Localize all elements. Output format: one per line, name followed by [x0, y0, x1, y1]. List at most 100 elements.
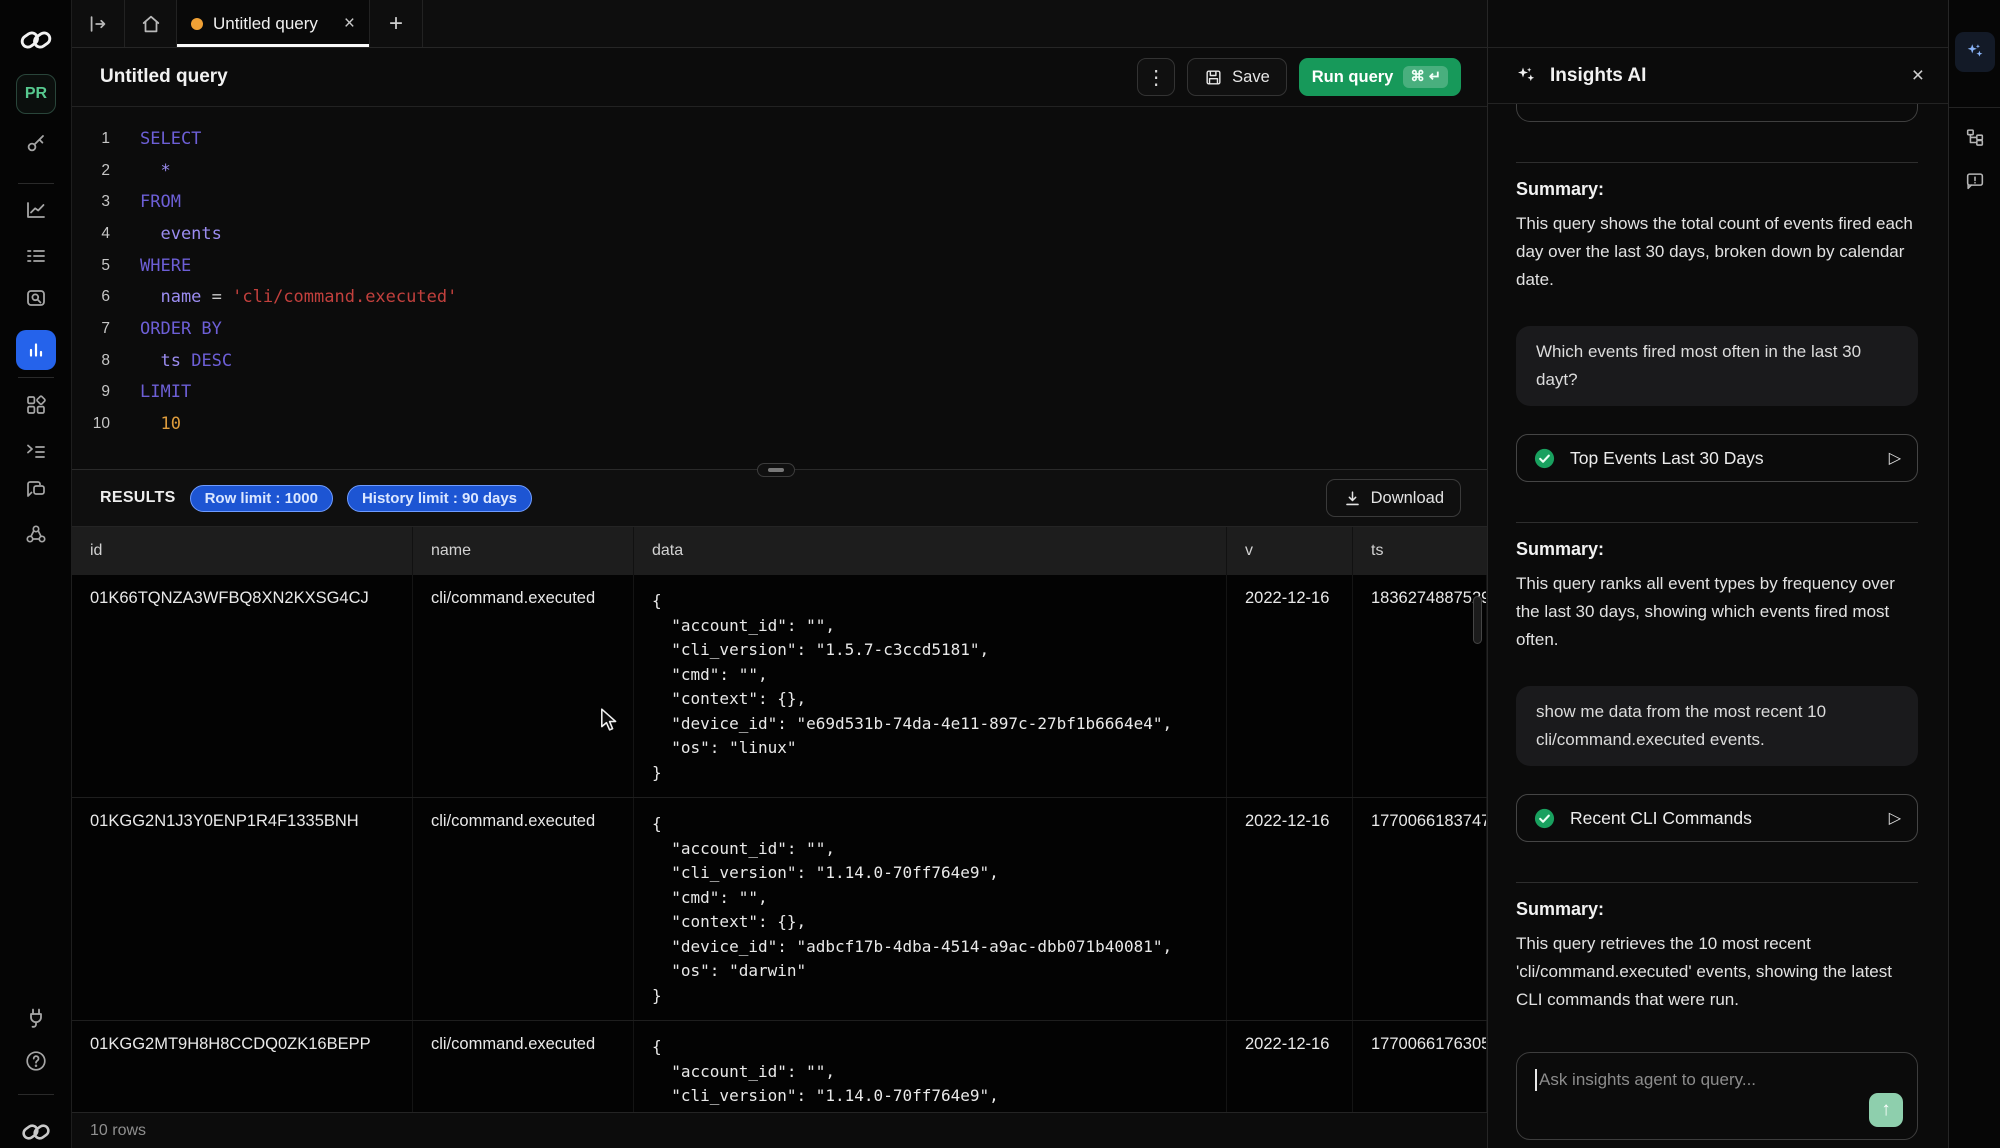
home-button[interactable]: [125, 0, 177, 47]
code-line[interactable]: 3 FROM: [72, 186, 1487, 218]
query-card[interactable]: Top Events Last 30 Days ▷: [1516, 434, 1918, 482]
right-toolbar: [1948, 0, 2000, 1148]
return-icon: ↵: [1429, 69, 1441, 85]
token-kw: ORDER BY: [140, 319, 222, 339]
table-scrollbar-thumb[interactable]: [1473, 596, 1482, 644]
code-line[interactable]: 4 events: [72, 218, 1487, 250]
results-table-body: 01K66TQNZA3WFBQ8XN2KXSG4CJ cli/command.e…: [72, 575, 1487, 1112]
code-line[interactable]: 6 name = 'cli/command.executed': [72, 281, 1487, 313]
list-icon: [24, 243, 48, 267]
row-limit-badge[interactable]: Row limit : 1000: [190, 485, 333, 512]
play-icon[interactable]: ▷: [1889, 808, 1901, 828]
status-bar: 10 rows: [72, 1112, 1487, 1148]
column-header-name[interactable]: name: [413, 527, 634, 575]
code-line[interactable]: 5 WHERE: [72, 250, 1487, 282]
code-line[interactable]: 7 ORDER BY: [72, 313, 1487, 345]
sidebar-item-sql-active[interactable]: [16, 330, 56, 370]
summary-heading: Summary:: [1516, 539, 1918, 560]
summary-block: Summary: This query retrieves the 10 mos…: [1516, 899, 1918, 1014]
sidebar-item-console[interactable]: [19, 433, 53, 467]
code-text: LIMIT: [140, 382, 191, 402]
key-icon: [24, 131, 48, 155]
play-icon[interactable]: ▷: [1889, 448, 1901, 468]
sidebar-item-events[interactable]: [19, 238, 53, 272]
history-limit-badge[interactable]: History limit : 90 days: [347, 485, 532, 512]
sidebar-item-keys[interactable]: [19, 126, 53, 160]
sidebar-item-explore[interactable]: [19, 281, 53, 315]
sidebar: PR: [0, 0, 72, 1148]
line-number: 7: [72, 320, 110, 338]
webhook-icon: [24, 522, 48, 546]
panel-tab-feedback[interactable]: [1955, 166, 1995, 196]
summary-block: Summary: This query shows the total coun…: [1516, 179, 1918, 294]
cell-name: cli/command.executed: [413, 575, 634, 797]
token-kw: WHERE: [140, 256, 191, 276]
cell-ts: 1836274887529: [1353, 575, 1487, 797]
tab-bar: Untitled query × +: [72, 0, 1487, 48]
table-row[interactable]: 01K66TQNZA3WFBQ8XN2KXSG4CJ cli/command.e…: [72, 575, 1487, 798]
more-options-button[interactable]: ⋮: [1137, 58, 1175, 96]
check-icon: [1533, 807, 1556, 830]
cell-data-json: { "account_id": "", "cli_version": "1.14…: [652, 1035, 1226, 1112]
collapse-sidebar-button[interactable]: [72, 0, 125, 47]
code-line[interactable]: 2 *: [72, 155, 1487, 187]
splitter-grip: [768, 468, 784, 472]
sidebar-item-integrations[interactable]: [19, 517, 53, 551]
sidebar-item-trends[interactable]: [19, 193, 53, 227]
unsaved-dot: [191, 18, 203, 30]
pane-splitter-handle[interactable]: [757, 463, 795, 477]
code-line[interactable]: 8 ts DESC: [72, 345, 1487, 377]
sql-editor[interactable]: 1 SELECT 2 * 3 FROM 4 events 5 WHERE 6 n…: [72, 107, 1487, 470]
divider: [1516, 522, 1918, 523]
sparkles-icon: [1514, 64, 1538, 88]
sql-lines: 1 SELECT 2 * 3 FROM 4 events 5 WHERE 6 n…: [72, 123, 1487, 440]
insights-input[interactable]: Ask insights agent to query... ↑: [1516, 1052, 1918, 1140]
panel-tab-schema[interactable]: [1955, 122, 1995, 152]
column-header-ts[interactable]: ts: [1353, 527, 1487, 575]
divider: [1516, 162, 1918, 163]
code-line[interactable]: 1 SELECT: [72, 123, 1487, 155]
sidebar-item-chat[interactable]: [19, 472, 53, 506]
column-header-id[interactable]: id: [72, 527, 413, 575]
app-window: PR: [0, 0, 2000, 1148]
tab-untitled-query[interactable]: Untitled query ×: [177, 0, 370, 47]
run-query-button[interactable]: Run query ⌘ ↵: [1299, 58, 1461, 96]
card-label: Top Events Last 30 Days: [1570, 448, 1764, 469]
sidebar-item-plugins[interactable]: [19, 1001, 53, 1035]
line-number: 2: [72, 162, 110, 180]
token-kw: DESC: [191, 351, 232, 371]
right-toolbar-top: [1949, 0, 2000, 108]
query-card[interactable]: Recent CLI Commands ▷: [1516, 794, 1918, 842]
send-button[interactable]: ↑: [1869, 1093, 1903, 1127]
sidebar-divider: [18, 377, 54, 378]
code-text: WHERE: [140, 256, 191, 276]
table-row[interactable]: 01KGG2N1J3Y0ENP1R4F1335BNH cli/command.e…: [72, 798, 1487, 1021]
cell-data: { "account_id": "", "cli_version": "1.14…: [634, 798, 1227, 1020]
save-button[interactable]: Save: [1187, 58, 1287, 96]
input-placeholder: Ask insights agent to query...: [1539, 1070, 1756, 1089]
cell-id: 01KGG2MT9H8H8CCDQ0ZK16BEPP: [72, 1021, 413, 1112]
download-button[interactable]: Download: [1326, 479, 1461, 517]
column-header-data[interactable]: data: [634, 527, 1227, 575]
code-line[interactable]: 9 LIMIT: [72, 377, 1487, 409]
chat-bubbles-icon: [24, 477, 48, 501]
panel-tab-insights-active[interactable]: [1955, 32, 1995, 72]
home-icon: [140, 13, 162, 35]
cell-ts: 1770066183747: [1353, 798, 1487, 1020]
workspace-badge[interactable]: PR: [16, 74, 56, 114]
sidebar-item-apps[interactable]: [19, 388, 53, 422]
run-shortcut-badge: ⌘ ↵: [1403, 66, 1448, 88]
cell-ts: 1770066176305: [1353, 1021, 1487, 1112]
panel-expand-icon: [87, 13, 109, 35]
close-insights-button[interactable]: ×: [1912, 65, 1924, 86]
sidebar-item-help[interactable]: [19, 1044, 53, 1078]
bar-chart-icon: [24, 338, 48, 362]
new-tab-button[interactable]: +: [370, 0, 423, 47]
table-row[interactable]: 01KGG2MT9H8H8CCDQ0ZK16BEPP cli/command.e…: [72, 1021, 1487, 1112]
line-number: 5: [72, 257, 110, 275]
code-text: SELECT: [140, 129, 201, 149]
code-line[interactable]: 10 10: [72, 408, 1487, 440]
tab-label: Untitled query: [213, 14, 318, 34]
column-header-v[interactable]: v: [1227, 527, 1353, 575]
tab-close-button[interactable]: ×: [344, 14, 355, 33]
